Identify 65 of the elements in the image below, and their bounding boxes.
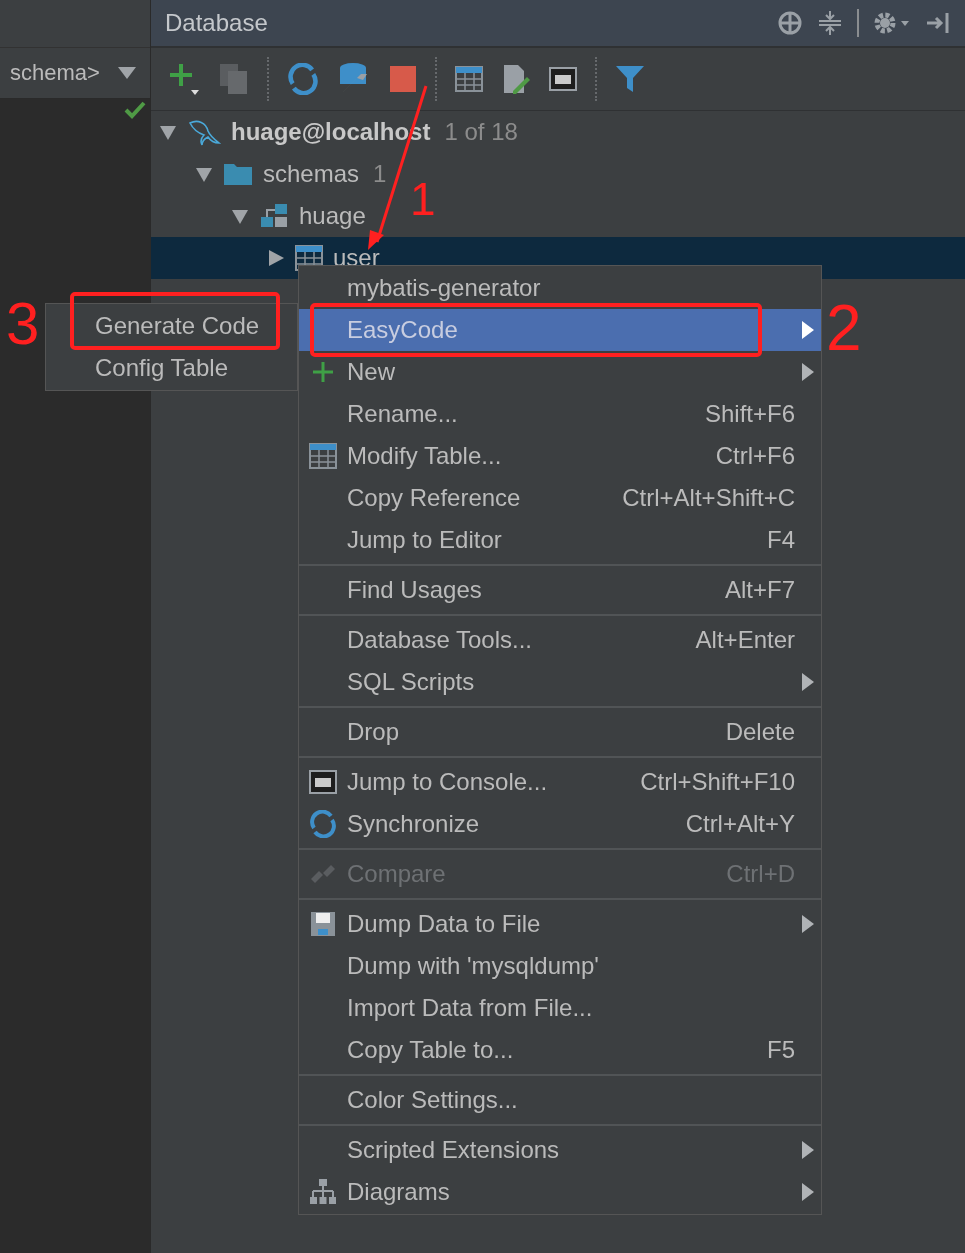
collapsed-arrow-icon[interactable]: [267, 249, 285, 267]
plus-icon: [311, 360, 335, 384]
checkmark-icon: [124, 101, 146, 119]
menu-item[interactable]: Synchronize Ctrl+Alt+Y: [299, 803, 821, 845]
expanded-arrow-icon[interactable]: [159, 123, 177, 141]
submenu-arrow-icon: [802, 363, 814, 381]
submenu-arrow-icon: [802, 673, 814, 691]
console-icon: [549, 67, 577, 91]
copy-icon[interactable]: [219, 63, 249, 95]
expanded-arrow-icon[interactable]: [195, 165, 213, 183]
hierarchy-icon: [309, 1178, 337, 1206]
menu-item[interactable]: SQL Scripts: [299, 661, 821, 703]
filter-icon[interactable]: [615, 65, 645, 93]
menu-item[interactable]: Config Table: [46, 347, 297, 389]
menu-item[interactable]: Jump to Console... Ctrl+Shift+F10: [299, 761, 821, 803]
menu-item[interactable]: Import Data from File...: [299, 987, 821, 1029]
tree-count: 1: [373, 160, 387, 188]
folder-icon: [223, 162, 253, 186]
menu-item[interactable]: Dump with 'mysqldump': [299, 945, 821, 987]
menu-item[interactable]: Find Usages Alt+F7: [299, 569, 821, 611]
panel-title: Database: [165, 9, 269, 37]
table-icon: [309, 443, 337, 469]
stop-icon[interactable]: [389, 65, 417, 93]
menu-item[interactable]: Generate Code: [46, 305, 297, 347]
table-icon: [295, 245, 323, 271]
submenu-arrow-icon: [802, 1183, 814, 1201]
menu-item[interactable]: New: [299, 351, 821, 393]
schema-selector[interactable]: schema>: [0, 48, 150, 99]
menu-item[interactable]: Copy Reference Ctrl+Alt+Shift+C: [299, 477, 821, 519]
tree-label: schemas: [263, 160, 360, 188]
sync-icon[interactable]: [287, 63, 319, 95]
annotation-number: 3: [6, 294, 40, 354]
expanded-arrow-icon[interactable]: [231, 207, 249, 225]
menu-item[interactable]: Copy Table to... F5: [299, 1029, 821, 1071]
tree-row[interactable]: schemas 1: [151, 153, 393, 195]
crosshair-icon[interactable]: [777, 10, 803, 36]
menu-item[interactable]: Database Tools... Alt+Enter: [299, 619, 821, 661]
dropdown-caret-icon: [118, 67, 136, 79]
schema-icon: [259, 203, 289, 229]
menu-item[interactable]: Scripted Extensions: [299, 1129, 821, 1171]
submenu-arrow-icon: [802, 1141, 814, 1159]
annotation-number: 2: [826, 296, 862, 360]
hide-panel-icon[interactable]: [925, 10, 951, 36]
settings-icon[interactable]: [873, 10, 911, 36]
add-icon[interactable]: [169, 62, 201, 96]
sync-icon: [309, 810, 337, 838]
tree-label: huage: [299, 202, 366, 230]
tree-row[interactable]: huage: [151, 195, 372, 237]
submenu-arrow-icon: [802, 915, 814, 933]
annotation-number: 1: [410, 176, 436, 222]
menu-item[interactable]: EasyCode: [299, 309, 821, 351]
console-icon: [309, 770, 337, 794]
floppy-icon: [310, 911, 336, 937]
submenu-arrow-icon: [802, 321, 814, 339]
tree-count: 1 of 18: [444, 118, 518, 146]
menu-item[interactable]: Dump Data to File: [299, 903, 821, 945]
menu-item[interactable]: Drop Delete: [299, 711, 821, 753]
table-icon: [455, 66, 483, 92]
edit-document-icon[interactable]: [501, 63, 531, 95]
menu-item[interactable]: Jump to Editor F4: [299, 519, 821, 561]
menu-item[interactable]: Color Settings...: [299, 1079, 821, 1121]
collapse-icon[interactable]: [817, 10, 843, 36]
menu-item[interactable]: Modify Table... Ctrl+F6: [299, 435, 821, 477]
menu-item[interactable]: Rename... Shift+F6: [299, 393, 821, 435]
menu-item[interactable]: Diagrams: [299, 1171, 821, 1213]
